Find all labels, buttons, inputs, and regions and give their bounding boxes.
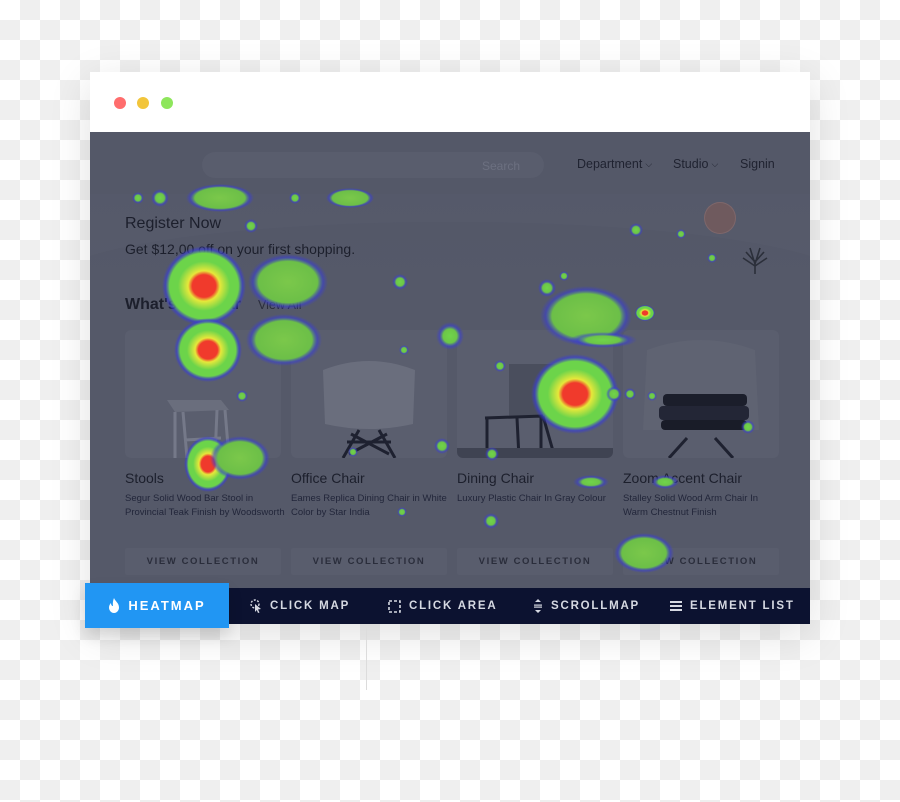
scroll-arrows-icon xyxy=(534,599,542,613)
view-collection-button[interactable]: VIEW COLLECTION xyxy=(291,548,447,575)
stool-illustration xyxy=(167,400,231,458)
view-collection-button[interactable]: VIEW COLLECTION xyxy=(623,548,779,575)
hero-title[interactable]: Register Now xyxy=(125,215,221,233)
product-description: Eames Replica Dining Chair in White Colo… xyxy=(291,493,447,518)
tab-label: HEATMAP xyxy=(128,598,206,613)
tab-heatmap[interactable]: HEATMAP xyxy=(85,583,229,628)
chevron-down-icon: ⌵ xyxy=(711,158,719,169)
tab-label: CLICK MAP xyxy=(270,600,351,612)
tab-element-list[interactable]: ELEMENT LIST xyxy=(670,588,795,624)
tab-label: CLICK AREA xyxy=(409,600,498,612)
nav-studio-label: Studio xyxy=(673,157,709,171)
product-image-accent-chair[interactable] xyxy=(623,330,779,458)
product-description: Segur Solid Wood Bar Stool in Provincial… xyxy=(125,493,285,518)
product-card[interactable]: Stools Segur Solid Wood Bar Stool in Pro… xyxy=(125,330,285,575)
search-bar[interactable] xyxy=(202,152,544,180)
product-name[interactable]: Stools xyxy=(125,470,164,486)
flame-icon xyxy=(109,598,120,613)
hero-subtitle: Get $12,00 off on your first shopping. xyxy=(125,241,356,257)
chevron-down-icon: ⌵ xyxy=(645,158,653,169)
plant-decoration xyxy=(742,247,768,274)
minimize-window-button[interactable] xyxy=(137,97,149,109)
view-collection-button[interactable]: VIEW COLLECTION xyxy=(457,548,613,575)
list-icon xyxy=(670,601,682,611)
connector-line xyxy=(366,628,367,690)
product-description: Stalley Solid Wood Arm Chair In Warm Che… xyxy=(623,493,758,518)
product-description: Luxury Plastic Chair In Gray Colour xyxy=(457,493,606,504)
product-name[interactable]: Office Chair xyxy=(291,470,365,486)
product-card[interactable]: Zoom Accent Chair Stalley Solid Wood Arm… xyxy=(623,330,779,575)
accent-chair-illustration xyxy=(643,340,759,458)
website-preview: Department ⌵ Studio ⌵ Signin Register No… xyxy=(90,132,810,588)
product-name[interactable]: Dining Chair xyxy=(457,470,534,486)
nav-department-label: Department xyxy=(577,157,643,171)
product-image-stool[interactable] xyxy=(125,330,281,458)
nav-department[interactable]: Department ⌵ xyxy=(577,157,652,171)
tab-label: ELEMENT LIST xyxy=(690,600,795,612)
nav-studio[interactable]: Studio ⌵ xyxy=(673,157,718,171)
search-input[interactable] xyxy=(318,152,522,180)
nav-signin[interactable]: Signin xyxy=(740,157,775,171)
product-image-dining-chair[interactable] xyxy=(457,330,613,458)
wall-clock-decoration xyxy=(704,202,736,234)
whats-popular-title: What's Popular xyxy=(125,296,241,313)
product-name[interactable]: Zoom Accent Chair xyxy=(623,470,742,486)
office-chair-illustration xyxy=(323,361,415,458)
dashed-square-icon xyxy=(388,599,401,613)
nav-signin-label: Signin xyxy=(740,157,775,171)
browser-window: Department ⌵ Studio ⌵ Signin Register No… xyxy=(90,72,810,624)
product-card[interactable]: Dining Chair Luxury Plastic Chair In Gra… xyxy=(457,330,613,575)
window-titlebar xyxy=(90,72,810,132)
maximize-window-button[interactable] xyxy=(161,97,173,109)
view-all-link[interactable]: View All xyxy=(258,298,302,312)
tab-scrollmap[interactable]: SCROLLMAP xyxy=(533,588,640,624)
product-image-office-chair[interactable] xyxy=(291,330,447,458)
tab-click-map[interactable]: CLICK MAP xyxy=(250,588,350,624)
product-card[interactable]: Office Chair Eames Replica Dining Chair … xyxy=(291,330,447,575)
tab-label: SCROLLMAP xyxy=(551,600,641,612)
close-window-button[interactable] xyxy=(114,97,126,109)
view-collection-button[interactable]: VIEW COLLECTION xyxy=(125,548,281,575)
tab-click-area[interactable]: CLICK AREA xyxy=(388,588,498,624)
dining-chair-illustration xyxy=(457,364,613,458)
pointer-click-icon xyxy=(250,599,261,613)
